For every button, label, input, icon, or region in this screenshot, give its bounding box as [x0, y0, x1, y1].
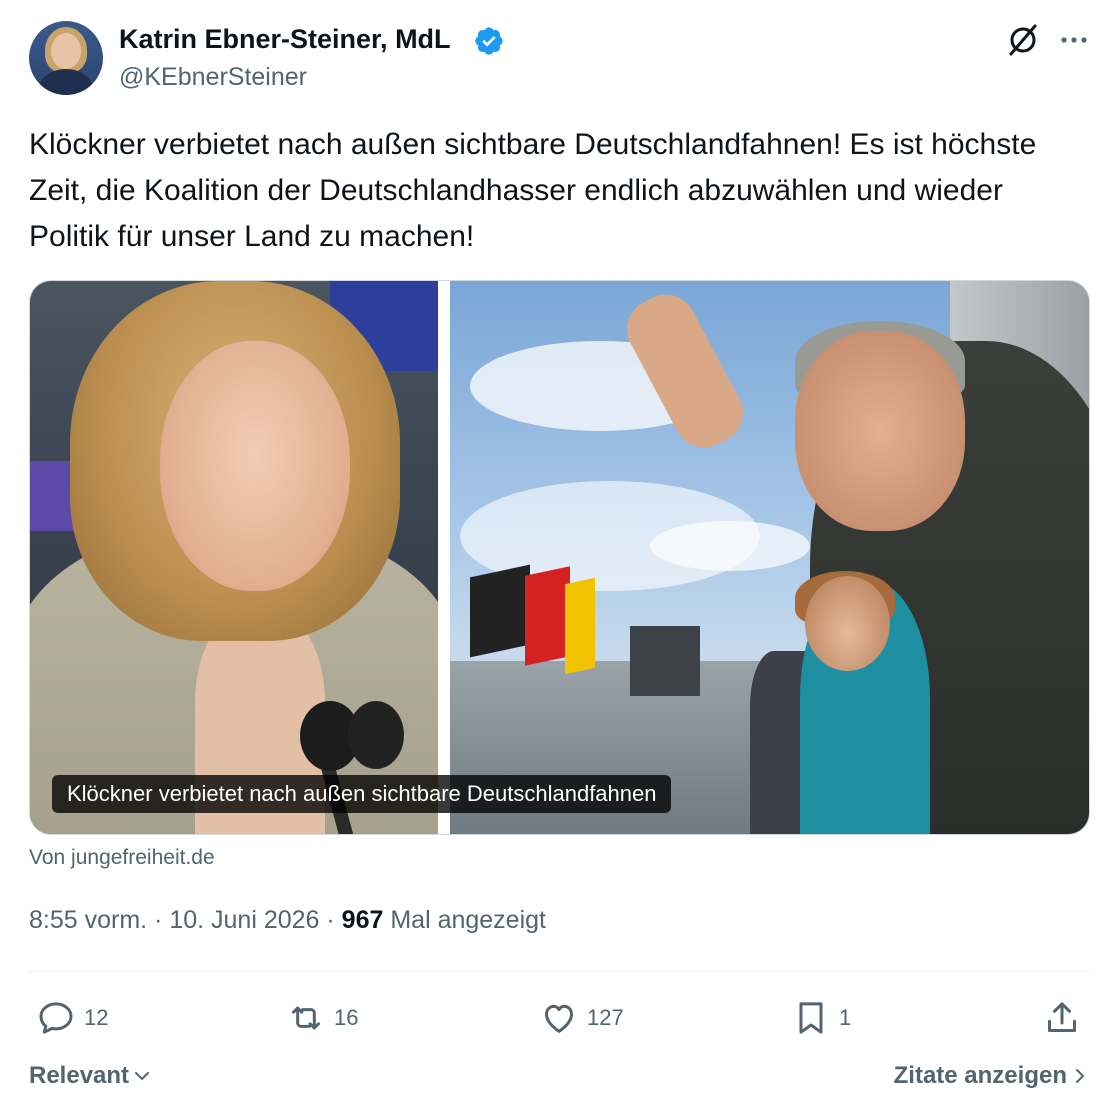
share-icon	[1048, 1002, 1076, 1032]
like-button[interactable]: 127	[539, 996, 624, 1040]
verified-badge-icon	[475, 27, 503, 55]
bookmark-count: 1	[839, 1005, 852, 1030]
meta-separator: ·	[319, 906, 342, 934]
author-name[interactable]: Katrin Ebner-Steiner, MdL	[119, 24, 451, 55]
media-source[interactable]: Von jungefreiheit.de	[29, 846, 215, 870]
tweet-text: Klöckner verbietet nach außen sichtbare …	[29, 128, 1037, 253]
sort-label: Relevant	[29, 1062, 130, 1089]
repost-button[interactable]: 16	[286, 996, 358, 1040]
divider	[29, 971, 1090, 972]
reply-count: 12	[84, 1005, 109, 1030]
repost-icon	[292, 1006, 320, 1030]
reply-button[interactable]: 12	[36, 996, 108, 1040]
tweet-time[interactable]: 8:55 vorm.	[29, 906, 147, 934]
bookmark-icon	[799, 1002, 823, 1034]
like-icon	[545, 1004, 573, 1033]
views-count: 967	[341, 906, 384, 934]
bookmark-button[interactable]: 1	[791, 996, 851, 1040]
quotes-label: Zitate anzeigen	[893, 1062, 1067, 1089]
share-button[interactable]	[1042, 996, 1082, 1040]
media-caption: Klöckner verbietet nach außen sichtbare …	[52, 775, 672, 813]
reply-icon	[39, 1002, 73, 1034]
meta-separator: ·	[147, 906, 170, 934]
avatar[interactable]	[29, 21, 103, 95]
tweet-date[interactable]: 10. Juni 2026	[169, 906, 319, 934]
more-icon[interactable]	[1057, 30, 1091, 50]
view-quotes-link[interactable]: Zitate anzeigen	[894, 1062, 1089, 1090]
chevron-right-icon	[1076, 1069, 1085, 1083]
like-count: 127	[587, 1005, 624, 1030]
media-card[interactable]: Klöckner verbietet nach außen sichtbare …	[29, 280, 1090, 835]
tweet-meta: 8:55 vorm. · 10. Juni 2026 · 967 Mal ang…	[29, 906, 546, 935]
repost-count: 16	[334, 1005, 359, 1030]
grok-icon[interactable]	[1005, 22, 1041, 58]
author-handle[interactable]: @KEbnerSteiner	[119, 63, 307, 92]
chevron-down-icon	[135, 1072, 150, 1081]
sort-dropdown[interactable]: Relevant	[29, 1062, 151, 1090]
views-label: Mal angezeigt	[383, 906, 546, 934]
media-image-left[interactable]	[30, 281, 438, 834]
media-image-right[interactable]	[450, 281, 1089, 834]
